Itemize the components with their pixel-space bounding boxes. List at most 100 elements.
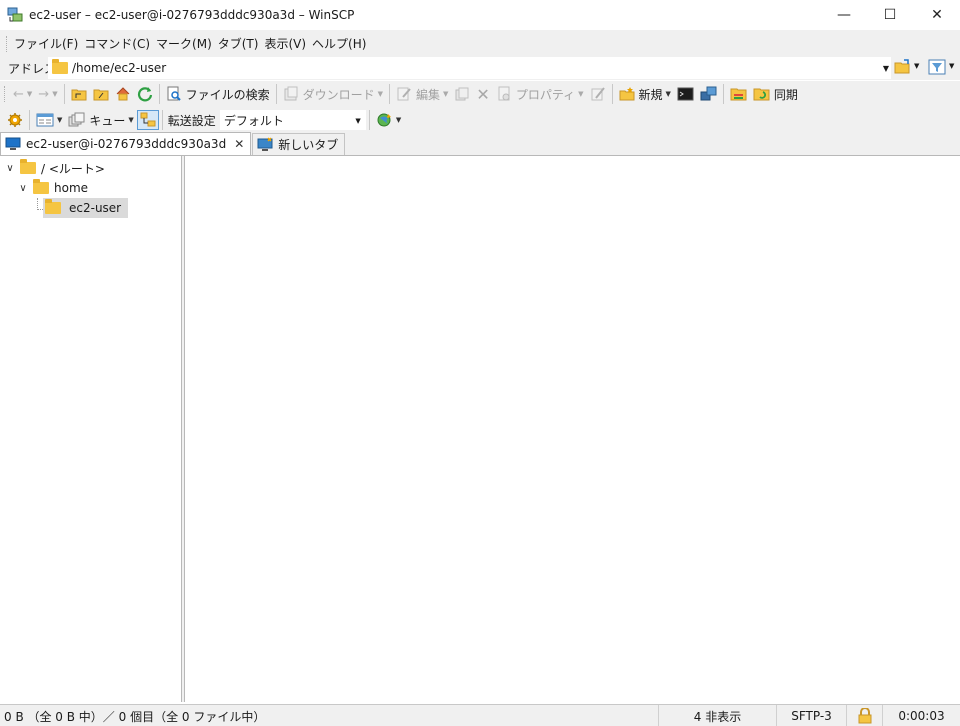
menu-command[interactable]: コマンド(C) [81, 31, 153, 57]
chevron-down-icon[interactable]: ▼ [443, 90, 448, 98]
menu-tab[interactable]: タブ(T) [215, 31, 262, 57]
tree-toggle-button[interactable] [136, 110, 159, 130]
edit-button[interactable]: 編集 ▼ [393, 83, 451, 105]
encryption-status[interactable] [846, 705, 882, 726]
back-button[interactable]: ← ▼ [10, 83, 35, 105]
tab-label: ec2-user@i-0276793dddc930a3d [26, 137, 227, 151]
download-icon [284, 86, 298, 101]
rename-button[interactable] [587, 83, 609, 105]
computer-icon [5, 137, 21, 150]
separator [158, 84, 160, 104]
tab-new[interactable]: 新しいタブ [252, 133, 346, 155]
tree-item-root[interactable]: ∨ / <ルート> [4, 158, 105, 178]
new-button[interactable]: 新規 ▼ [616, 83, 674, 105]
terminal-button[interactable] [674, 83, 697, 105]
minimize-button[interactable]: — [821, 0, 867, 30]
parent-dir-button[interactable] [68, 83, 90, 105]
tree-item-home[interactable]: ∨ home [17, 178, 88, 198]
edit-icon [397, 87, 411, 101]
forward-icon: → [38, 86, 50, 102]
new-icon [619, 87, 634, 101]
folder-icon [20, 159, 36, 174]
chevron-down-icon[interactable]: ▼ [57, 116, 62, 124]
view-button[interactable]: ▼ [33, 109, 65, 131]
queue-icon [68, 112, 85, 127]
protocol-label: SFTP-3 [791, 709, 832, 723]
transfer-globe-button[interactable]: ▼ [373, 109, 404, 131]
sync-browse-button[interactable] [727, 83, 750, 105]
properties-button[interactable]: プロパティ ▼ [493, 83, 587, 105]
view-icon [36, 113, 54, 127]
tree-connector [37, 198, 43, 210]
directory-tree[interactable]: ∨ / <ルート> ∨ home ec2-user [0, 156, 182, 702]
tree-toggle-icon [140, 112, 156, 127]
tree-item-ec2-user[interactable]: ec2-user [43, 198, 129, 218]
close-icon[interactable]: ✕ [234, 137, 244, 151]
chevron-down-icon[interactable]: ▼ [396, 116, 401, 124]
menu-help[interactable]: ヘルプ(H) [309, 31, 369, 57]
edit-label: 編集 [416, 87, 441, 102]
session-icon [700, 86, 717, 101]
open-folder-icon[interactable] [894, 59, 912, 78]
close-icon: ✕ [931, 7, 943, 23]
preferences-icon [8, 113, 22, 127]
chevron-down-icon[interactable]: ▼ [578, 90, 583, 98]
preferences-button[interactable] [4, 109, 26, 131]
transfer-settings-label: 転送設定 [167, 113, 216, 128]
separator [63, 84, 65, 104]
back-icon: ← [13, 86, 24, 102]
sync-label: 同期 [773, 87, 798, 102]
copy-button[interactable] [451, 83, 473, 105]
home-dir-button[interactable] [112, 83, 134, 105]
chevron-down-icon[interactable]: ▼ [914, 62, 919, 70]
terminal-icon [677, 87, 694, 101]
root-dir-button[interactable] [90, 83, 112, 105]
properties-label: プロパティ [515, 87, 576, 102]
find-files-label: ファイルの検索 [185, 87, 270, 102]
chevron-down-icon[interactable]: ∨ [17, 183, 29, 194]
menu-mark[interactable]: マーク(M) [153, 31, 215, 57]
chevron-down-icon[interactable]: ▼ [128, 116, 133, 124]
computer-icon [257, 136, 273, 151]
window-title: ec2-user – ec2-user@i-0276793dddc930a3d … [29, 8, 355, 22]
elapsed-time-status: 0:00:03 [882, 705, 960, 726]
minimize-icon: — [837, 7, 851, 23]
address-field[interactable]: /home/ec2-user ▼ [48, 57, 891, 79]
pane-splitter[interactable] [182, 156, 185, 702]
separator [722, 84, 724, 104]
find-files-button[interactable]: ファイルの検索 [163, 83, 273, 105]
queue-button[interactable]: キュー ▼ [65, 109, 136, 131]
chevron-down-icon[interactable]: ▼ [378, 90, 383, 98]
forward-button[interactable]: → ▼ [35, 83, 60, 105]
session-tabs: ec2-user@i-0276793dddc930a3d ✕ 新しいタブ [0, 132, 960, 156]
session-button[interactable] [697, 83, 720, 105]
menu-file[interactable]: ファイル(F) [11, 31, 81, 57]
delete-button[interactable]: ✕ [473, 83, 492, 105]
hidden-files-status[interactable]: 4 非表示 [658, 705, 776, 726]
chevron-down-icon[interactable]: ▼ [355, 117, 360, 125]
sync-icon [753, 88, 770, 101]
download-button[interactable]: ダウンロード ▼ [280, 83, 386, 105]
toolbar-grip[interactable] [4, 86, 7, 102]
transfer-settings-select[interactable]: デフォルト ▼ [219, 110, 366, 130]
app-icon [7, 7, 23, 23]
lock-icon [858, 708, 871, 724]
chevron-down-icon[interactable]: ∨ [4, 163, 16, 174]
chevron-down-icon[interactable]: ▼ [949, 62, 954, 70]
menu-view[interactable]: 表示(V) [261, 31, 309, 57]
separator [29, 110, 30, 130]
download-label: ダウンロード [302, 87, 375, 102]
file-list[interactable] [186, 156, 960, 702]
maximize-button[interactable]: ☐ [867, 0, 913, 30]
filter-icon[interactable] [928, 59, 946, 78]
chevron-down-icon[interactable]: ▼ [666, 90, 671, 98]
tab-session[interactable]: ec2-user@i-0276793dddc930a3d ✕ [0, 132, 252, 155]
close-window-button[interactable]: ✕ [914, 0, 960, 30]
new-label: 新規 [638, 87, 663, 102]
toolbar-grip[interactable] [6, 35, 9, 52]
refresh-button[interactable] [134, 83, 156, 105]
chevron-down-icon[interactable]: ▼ [883, 64, 889, 73]
sync-button[interactable]: 同期 [750, 83, 801, 105]
separator [368, 110, 370, 130]
sync-browse-icon [730, 88, 747, 101]
